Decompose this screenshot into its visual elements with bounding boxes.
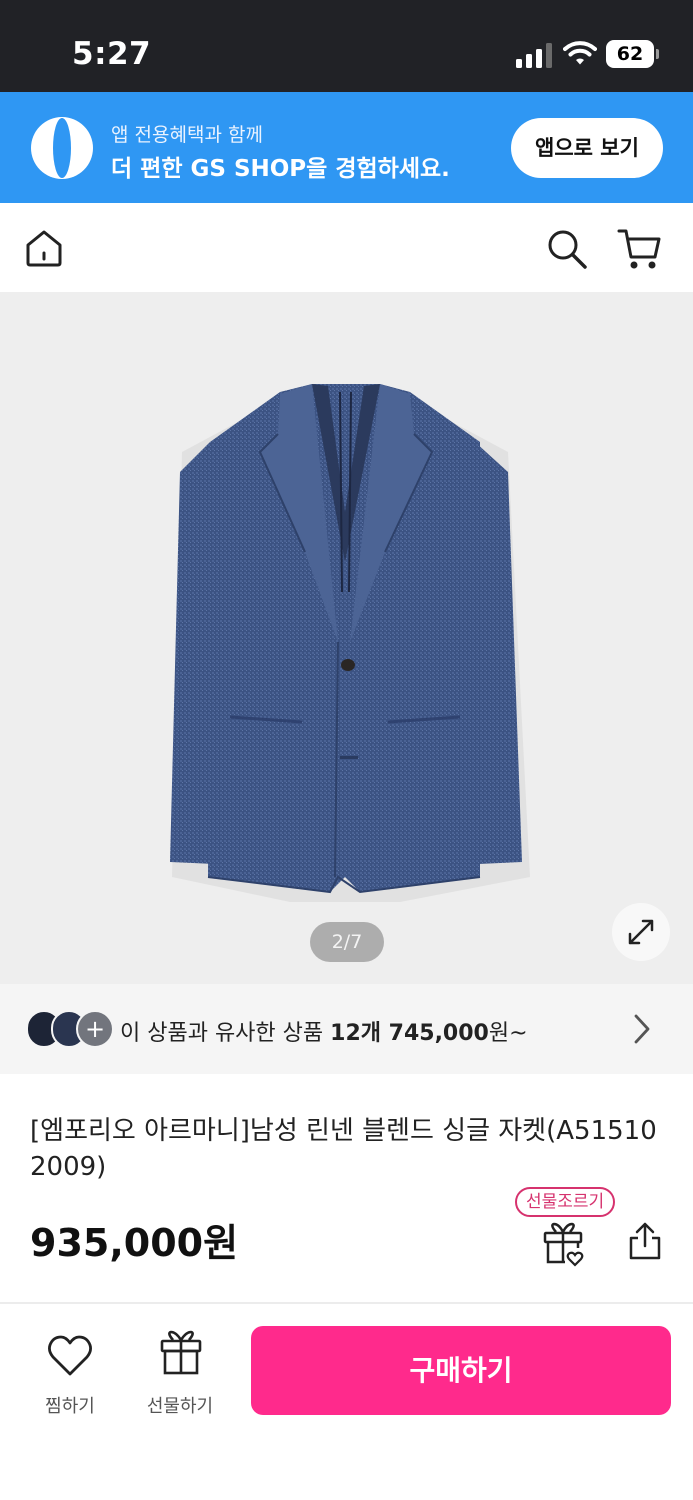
battery-level: 62 xyxy=(606,40,654,68)
similar-prefix: 이 상품과 유사한 상품 xyxy=(120,1021,331,1046)
banner-headline: 더 편한 GS SHOP을 경험하세요. xyxy=(111,156,450,182)
product-title: [엠포리오 아르마니]남성 린넨 블렌드 싱글 자켓(A51510 2009) xyxy=(30,1116,657,1182)
wifi-icon xyxy=(563,41,597,65)
app-download-banner[interactable]: 앱 전용혜택과 함께 더 편한 GS SHOP을 경험하세요. 앱으로 보기 xyxy=(0,92,693,203)
battery-icon: 62 xyxy=(606,40,659,68)
top-nav xyxy=(0,203,693,292)
cart-icon[interactable] xyxy=(617,225,663,273)
gift-icon[interactable] xyxy=(158,1330,204,1378)
similar-count-price: 12개 745,000 xyxy=(330,1021,489,1046)
expand-image-button[interactable] xyxy=(612,903,670,961)
home-icon[interactable] xyxy=(24,227,64,269)
buy-button[interactable]: 구매하기 xyxy=(251,1326,671,1415)
gift-request-tag[interactable]: 선물조르기 xyxy=(515,1187,616,1217)
status-bar: 5:27 62 xyxy=(0,0,693,92)
product-image-gallery[interactable]: 2/7 xyxy=(0,292,693,984)
product-jacket-image xyxy=(170,384,530,902)
cellular-signal-icon xyxy=(516,42,552,68)
similar-products-bar[interactable]: + 이 상품과 유사한 상품 12개 745,000원~ xyxy=(0,984,693,1074)
product-price: 935,000원 xyxy=(30,1221,239,1265)
wish-button-label[interactable]: 찜하기 xyxy=(30,1392,110,1418)
image-page-indicator: 2/7 xyxy=(310,922,384,962)
similar-suffix: 원~ xyxy=(488,1021,528,1046)
bottom-action-bar: 찜하기 선물하기 구매하기 xyxy=(0,1304,693,1500)
expand-icon xyxy=(628,919,654,945)
share-icon[interactable] xyxy=(626,1220,664,1262)
status-time: 5:27 xyxy=(72,36,152,72)
search-icon[interactable] xyxy=(545,227,589,271)
more-similar-icon: + xyxy=(76,1010,114,1048)
gift-button-label[interactable]: 선물하기 xyxy=(140,1392,220,1418)
similar-products-text: 이 상품과 유사한 상품 12개 745,000원~ xyxy=(120,1015,528,1047)
gs-shop-logo-icon xyxy=(31,117,93,179)
heart-icon[interactable] xyxy=(47,1334,93,1378)
banner-subtext: 앱 전용혜택과 함께 xyxy=(111,124,263,146)
gift-request-icon[interactable] xyxy=(541,1222,587,1268)
chevron-right-icon xyxy=(634,1014,650,1044)
open-in-app-button[interactable]: 앱으로 보기 xyxy=(511,118,663,178)
similar-thumbnails: + xyxy=(26,1010,116,1048)
